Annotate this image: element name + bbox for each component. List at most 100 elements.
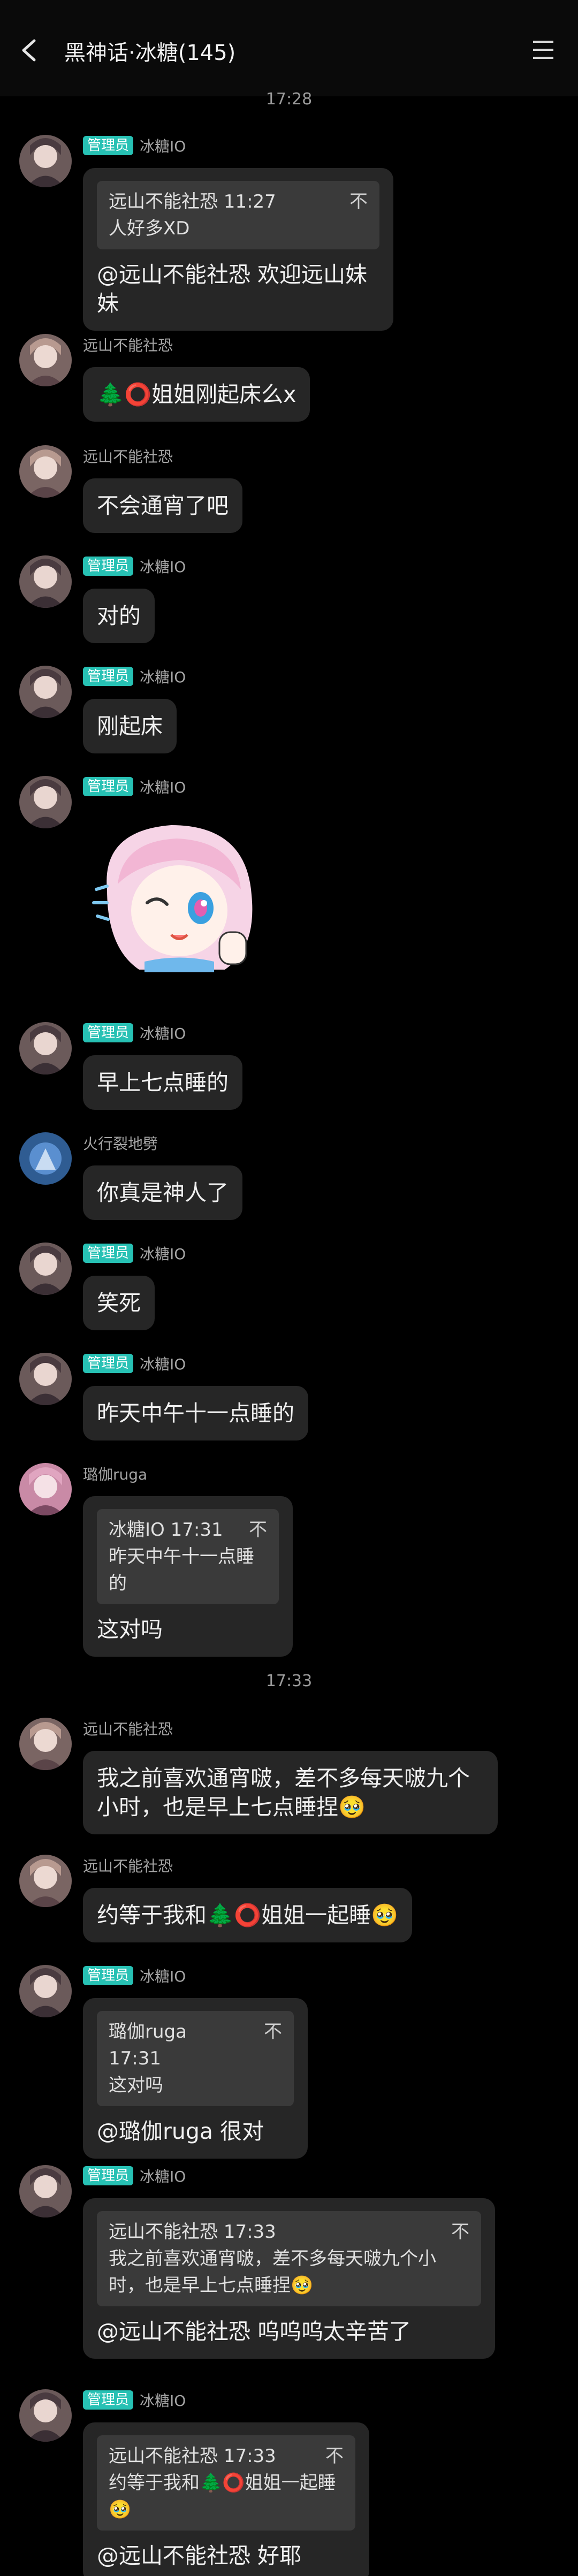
sender-meta: 管理员 冰糖IO	[83, 1965, 186, 1986]
avatar[interactable]	[19, 555, 72, 608]
quoted-message[interactable]: 冰糖IO 17:31 不 昨天中午十一点睡的	[97, 1509, 279, 1604]
quote-header: 远山不能社恐 17:33	[109, 2445, 276, 2467]
message-text: @远山不能社恐 呜呜呜太辛苦了	[97, 2319, 412, 2344]
avatar[interactable]	[19, 1965, 72, 2017]
message-bubble[interactable]: 远山不能社恐 11:27 不 人好多XD @远山不能社恐 欢迎远山妹妹	[83, 168, 393, 331]
avatar[interactable]	[19, 1718, 72, 1770]
message-text: 我之前喜欢通宵啵，差不多每天啵九个小时，也是早上七点睡捏🥹	[97, 1765, 470, 1820]
sender-name: 远山不能社恐	[83, 1720, 173, 1738]
message-bubble[interactable]: 约等于我和🌲⭕姐姐一起睡🥹	[83, 1888, 413, 1942]
avatar[interactable]	[19, 1463, 72, 1515]
avatar[interactable]	[19, 445, 72, 498]
message-bubble[interactable]: 刚起床	[83, 699, 177, 753]
quote-header: 远山不能社恐 17:33	[109, 2221, 276, 2243]
admin-badge: 管理员	[83, 1354, 134, 1373]
sender-name: 冰糖IO	[140, 1968, 186, 1985]
avatar[interactable]	[19, 2165, 72, 2217]
quote-truncation: 不	[264, 2021, 282, 2042]
message-bubble[interactable]: 对的	[83, 589, 155, 643]
avatar[interactable]	[19, 1243, 72, 1295]
sender-meta: 管理员 冰糖IO	[83, 2389, 186, 2411]
message-bubble[interactable]: 早上七点睡的	[83, 1055, 242, 1110]
quote-body: 约等于我和🌲⭕姐姐一起睡🥹	[109, 2472, 336, 2520]
avatar[interactable]	[19, 666, 72, 718]
message-text: @远山不能社恐 欢迎远山妹妹	[97, 262, 368, 316]
admin-badge: 管理员	[83, 136, 134, 155]
sender-meta: 远山不能社恐	[83, 1718, 173, 1739]
sender-meta: 远山不能社恐	[83, 445, 173, 467]
chat-title: 黑神话·冰糖(145)	[64, 41, 236, 65]
quoted-message[interactable]: 远山不能社恐 17:33 不 约等于我和🌲⭕姐姐一起睡🥹	[97, 2435, 355, 2531]
avatar[interactable]	[19, 776, 72, 828]
sender-meta: 火行裂地劈	[83, 1132, 158, 1154]
message-bubble[interactable]: 远山不能社恐 17:33 不 我之前喜欢通宵啵，差不多每天啵九个小时，也是早上七点…	[83, 2198, 495, 2359]
sender-meta: 管理员 冰糖IO	[83, 666, 186, 687]
quote-header: 冰糖IO 17:31	[109, 1519, 223, 1541]
message-bubble[interactable]: 远山不能社恐 17:33 不 约等于我和🌲⭕姐姐一起睡🥹 @远山不能社恐 好耶	[83, 2422, 369, 2576]
admin-badge: 管理员	[83, 1023, 134, 1042]
quote-body: 这对吗	[109, 2075, 163, 2096]
chat-header: 黑神话·冰糖(145)	[0, 0, 578, 96]
sender-name: 冰糖IO	[140, 2168, 186, 2185]
sender-meta: 璐伽ruga	[83, 1463, 147, 1484]
quoted-message[interactable]: 璐伽ruga 17:31 不 这对吗	[97, 2011, 294, 2106]
avatar[interactable]	[19, 1353, 72, 1405]
message-text: 刚起床	[97, 713, 163, 739]
sender-meta: 管理员 冰糖IO	[83, 2165, 186, 2186]
sender-meta: 管理员 冰糖IO	[83, 1022, 186, 1043]
sender-meta: 远山不能社恐	[83, 334, 173, 355]
message-bubble[interactable]: 不会通宵了吧	[83, 478, 242, 533]
sender-name: 冰糖IO	[140, 1025, 186, 1042]
admin-badge: 管理员	[83, 777, 134, 796]
quote-body: 昨天中午十一点睡的	[109, 1546, 254, 1594]
admin-badge: 管理员	[83, 2166, 134, 2185]
message-text: 你真是神人了	[97, 1180, 229, 1206]
quoted-message[interactable]: 远山不能社恐 17:33 不 我之前喜欢通宵啵，差不多每天啵九个小时，也是早上七点…	[97, 2211, 481, 2306]
avatar[interactable]	[19, 1132, 72, 1185]
quote-truncation: 不	[451, 2221, 469, 2243]
sender-name: 远山不能社恐	[83, 448, 173, 466]
timestamp: 17:28	[265, 90, 313, 109]
back-arrow-icon[interactable]	[16, 34, 43, 66]
avatar[interactable]	[19, 2389, 72, 2442]
sender-name: 冰糖IO	[140, 558, 186, 576]
quote-truncation: 不	[249, 1519, 267, 1541]
message-bubble[interactable]: 笑死	[83, 1276, 155, 1330]
sender-name: 冰糖IO	[140, 779, 186, 796]
sender-name: 冰糖IO	[140, 668, 186, 686]
sticker-image[interactable]	[86, 809, 278, 980]
admin-badge: 管理员	[83, 1966, 134, 1985]
message-text: 早上七点睡的	[97, 1070, 229, 1095]
avatar[interactable]	[19, 135, 72, 187]
message-bubble[interactable]: 我之前喜欢通宵啵，差不多每天啵九个小时，也是早上七点睡捏🥹	[83, 1751, 498, 1834]
message-text: @远山不能社恐 好耶	[97, 2543, 302, 2569]
menu-icon[interactable]	[530, 36, 557, 63]
message-text: @璐伽ruga 很对	[97, 2118, 264, 2144]
avatar[interactable]	[19, 1022, 72, 1074]
sender-name: 冰糖IO	[140, 1245, 186, 1263]
message-bubble[interactable]: 昨天中午十一点睡的	[83, 1386, 308, 1441]
message-text: 约等于我和🌲⭕姐姐一起睡🥹	[97, 1902, 399, 1928]
sender-name: 冰糖IO	[140, 138, 186, 155]
message-bubble[interactable]: 璐伽ruga 17:31 不 这对吗 @璐伽ruga 很对	[83, 1998, 308, 2159]
message-text: 对的	[97, 603, 141, 629]
sender-name: 冰糖IO	[140, 1355, 186, 1373]
message-bubble[interactable]: 🌲⭕姐姐刚起床么x	[83, 367, 310, 422]
quoted-message[interactable]: 远山不能社恐 11:27 不 人好多XD	[97, 181, 379, 249]
sender-name: 远山不能社恐	[83, 1857, 173, 1875]
sender-name: 冰糖IO	[140, 2392, 186, 2410]
message-text: 昨天中午十一点睡的	[97, 1400, 294, 1426]
quote-truncation: 不	[325, 2445, 344, 2467]
message-text: 笑死	[97, 1290, 141, 1316]
sender-meta: 管理员 冰糖IO	[83, 1243, 186, 1264]
message-text: 🌲⭕姐姐刚起床么x	[97, 382, 296, 407]
quote-body: 我之前喜欢通宵啵，差不多每天啵九个小时，也是早上七点睡捏🥹	[109, 2248, 436, 2296]
message-bubble[interactable]: 你真是神人了	[83, 1165, 242, 1220]
sender-name: 璐伽ruga	[83, 1466, 148, 1483]
quote-header: 远山不能社恐 11:27	[109, 191, 276, 212]
sender-meta: 管理员 冰糖IO	[83, 1353, 186, 1374]
admin-badge: 管理员	[83, 1244, 134, 1263]
message-bubble[interactable]: 冰糖IO 17:31 不 昨天中午十一点睡的 这对吗	[83, 1496, 293, 1657]
avatar[interactable]	[19, 334, 72, 386]
avatar[interactable]	[19, 1855, 72, 1907]
